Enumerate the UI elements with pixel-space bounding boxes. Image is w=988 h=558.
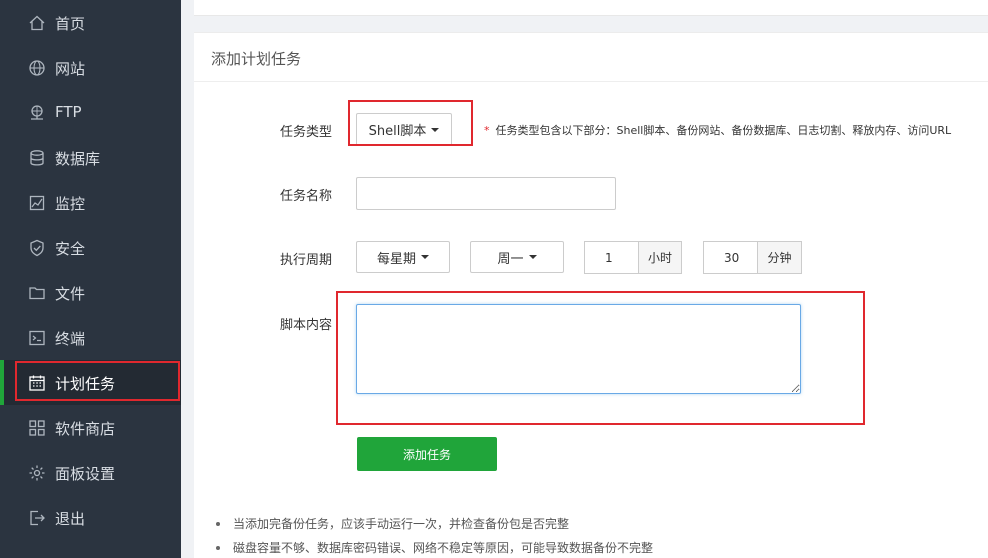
- sidebar-item-database[interactable]: 数据库: [0, 135, 181, 180]
- database-icon: [30, 150, 44, 166]
- home-icon: [29, 15, 45, 31]
- script-textarea[interactable]: [356, 304, 801, 394]
- folder-icon: [29, 287, 45, 300]
- cycle-dropdown[interactable]: 每星期: [356, 241, 450, 273]
- monitor-icon: [29, 195, 45, 211]
- note-item: 磁盘容量不够、数据库密码错误、网络不稳定等原因，可能导致数据备份不完整: [216, 538, 653, 558]
- task-type-value: Shell脚本: [368, 124, 427, 139]
- task-type-hint: * 任务类型包含以下部分：Shell脚本、备份网站、备份数据库、日志切割、释放内存…: [484, 122, 951, 138]
- notes-list: 当添加完备份任务，应该手动运行一次，并检查备份包是否完整 磁盘容量不够、数据库密…: [216, 514, 653, 558]
- chevron-down-icon: [528, 255, 537, 259]
- weekday-dropdown[interactable]: 周一: [470, 241, 564, 273]
- minute-input[interactable]: 30: [703, 241, 758, 274]
- sidebar-item-label: 退出: [55, 510, 86, 528]
- task-name-label: 任务名称: [280, 189, 333, 204]
- task-type-label: 任务类型: [280, 125, 333, 140]
- sidebar-item-cron[interactable]: 计划任务: [0, 360, 181, 405]
- sidebar-item-settings[interactable]: 面板设置: [0, 450, 181, 495]
- sidebar-item-label: 安全: [55, 240, 86, 258]
- sidebar-item-monitor[interactable]: 监控: [0, 180, 181, 225]
- task-type-dropdown[interactable]: Shell脚本: [356, 113, 452, 146]
- add-cron-panel: 添加计划任务 任务类型 Shell脚本 * 任务类型包含以下部分：Shell脚本、…: [194, 32, 988, 558]
- sidebar-item-label: 网站: [55, 60, 86, 78]
- cycle-value: 每星期: [376, 251, 416, 267]
- task-type-hint-text: 任务类型包含以下部分：Shell脚本、备份网站、备份数据库、日志切割、释放内存、…: [495, 124, 952, 137]
- sidebar-item-label: 面板设置: [55, 465, 116, 483]
- sidebar-item-label: 数据库: [55, 150, 101, 168]
- sidebar-item-label: 文件: [55, 285, 86, 303]
- panel-title: 添加计划任务: [211, 50, 302, 68]
- add-task-button[interactable]: 添加任务: [357, 437, 497, 471]
- chevron-down-icon: [431, 127, 440, 132]
- sidebar-item-label: 计划任务: [55, 375, 116, 393]
- sidebar-item-store[interactable]: 软件商店: [0, 405, 181, 450]
- note-item: 当添加完备份任务，应该手动运行一次，并检查备份包是否完整: [216, 514, 653, 538]
- sidebar-item-logout[interactable]: 退出: [0, 495, 181, 540]
- ftp-icon: [31, 105, 43, 120]
- chevron-down-icon: [421, 255, 429, 259]
- sidebar-item-label: 监控: [55, 195, 86, 213]
- sidebar-item-website[interactable]: 网站: [0, 45, 181, 90]
- calendar-icon: [29, 375, 45, 391]
- sidebar-item-label: FTP: [55, 103, 82, 121]
- sidebar-item-ftp[interactable]: FTP: [0, 90, 181, 135]
- content-gap: [181, 0, 194, 558]
- script-label: 脚本内容: [280, 318, 333, 333]
- top-card: [194, 0, 988, 16]
- shield-icon: [30, 239, 44, 257]
- hour-input[interactable]: 1: [584, 241, 639, 274]
- minute-unit: 分钟: [757, 241, 802, 274]
- sidebar-item-security[interactable]: 安全: [0, 225, 181, 270]
- hour-unit: 小时: [638, 241, 682, 274]
- gear-icon: [29, 465, 45, 481]
- sidebar-item-files[interactable]: 文件: [0, 270, 181, 315]
- logout-icon: [30, 510, 45, 526]
- apps-icon: [29, 420, 45, 436]
- sidebar-item-terminal[interactable]: 终端: [0, 315, 181, 360]
- sidebar-item-label: 首页: [55, 15, 86, 33]
- terminal-icon: [29, 330, 45, 346]
- sidebar-item-label: 软件商店: [55, 420, 116, 438]
- panel-divider: [194, 81, 988, 82]
- cycle-label: 执行周期: [280, 253, 333, 268]
- required-star: *: [484, 124, 490, 137]
- task-name-input[interactable]: [356, 177, 616, 210]
- sidebar: 首页 网站 FTP 数据库 监控 安全 文件 终端 计划任务 软件商店 面板设置: [0, 0, 181, 558]
- sidebar-item-label: 终端: [55, 330, 86, 348]
- sidebar-item-home[interactable]: 首页: [0, 0, 181, 45]
- globe-icon: [29, 60, 45, 76]
- weekday-value: 周一: [497, 251, 524, 267]
